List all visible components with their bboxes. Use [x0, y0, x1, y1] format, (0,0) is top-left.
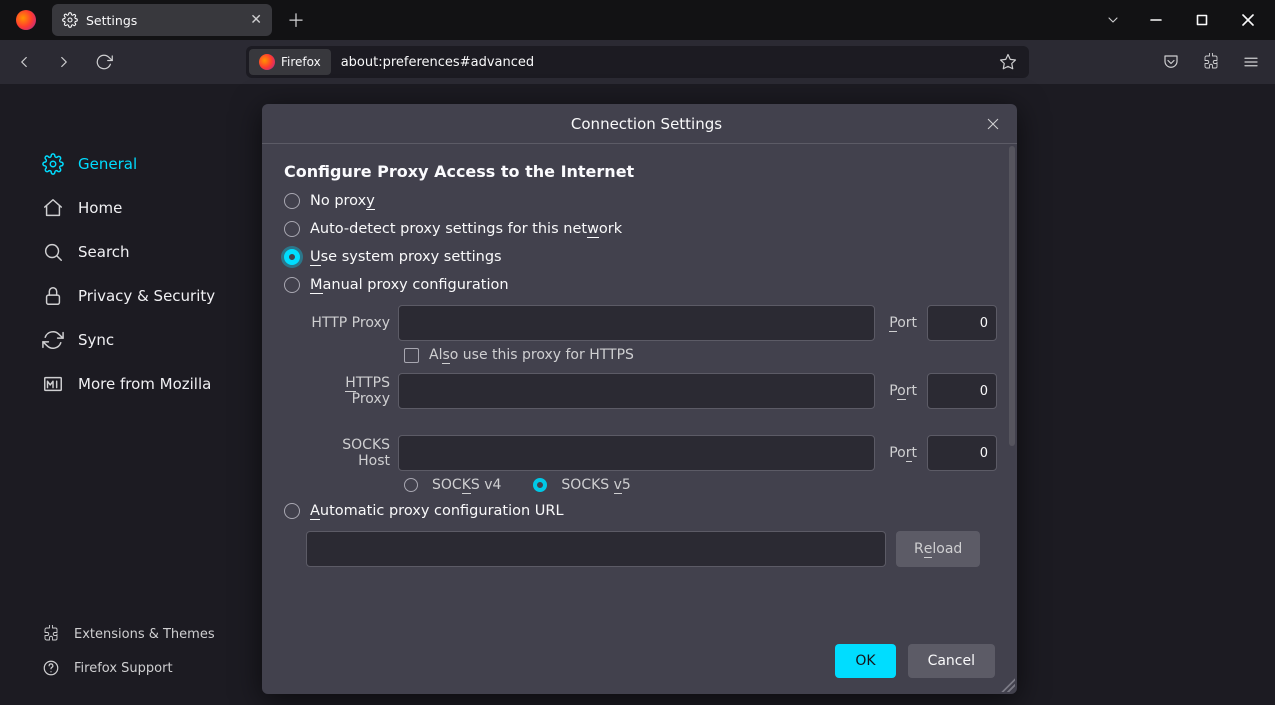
title-bar: Settings ✕ ＋ [0, 0, 1275, 40]
http-port-input[interactable] [927, 305, 997, 341]
bookmark-star-icon[interactable] [993, 47, 1023, 77]
identity-box[interactable]: Firefox [249, 49, 331, 75]
socks-host-label: SOCKS Host [306, 437, 390, 469]
socks-host-input[interactable] [398, 435, 875, 471]
connection-settings-dialog: Connection Settings Configure Proxy Acce… [262, 104, 1017, 694]
radio-icon [284, 277, 300, 293]
sidebar-item-home[interactable]: Home [0, 186, 260, 230]
forward-button[interactable] [46, 46, 82, 78]
radio-no-proxy[interactable]: No proxy [284, 193, 997, 209]
minimize-button[interactable] [1133, 0, 1179, 40]
gear-icon [62, 12, 78, 28]
sync-icon [42, 329, 64, 351]
identity-label: Firefox [281, 55, 321, 69]
socks-port-input[interactable] [927, 435, 997, 471]
sidebar-item-more-mozilla[interactable]: More from Mozilla [0, 362, 260, 406]
https-port-input[interactable] [927, 373, 997, 409]
tab-title: Settings [86, 13, 242, 28]
dialog-title: Connection Settings [314, 115, 979, 133]
radio-label: Auto-detect proxy settings for this netw… [310, 221, 622, 237]
http-proxy-label: HTTP Proxy [306, 315, 390, 331]
radio-system-proxy[interactable]: Use system proxy settings [284, 249, 997, 265]
reload-button[interactable] [86, 46, 122, 78]
pocket-button[interactable] [1153, 46, 1189, 78]
scrollbar[interactable] [1009, 146, 1015, 446]
dialog-footer: OK Cancel [262, 634, 1017, 694]
maximize-button[interactable] [1179, 0, 1225, 40]
sidebar-item-label: Home [78, 199, 122, 217]
radio-pac-url[interactable]: Automatic proxy configuration URL [284, 503, 997, 519]
socks5-label: SOCKS v5 [561, 477, 630, 493]
dialog-close-button[interactable] [979, 110, 1007, 138]
sidebar-item-sync[interactable]: Sync [0, 318, 260, 362]
sidebar-item-label: Privacy & Security [78, 287, 215, 305]
dialog-heading: Configure Proxy Access to the Internet [284, 162, 997, 181]
http-proxy-input[interactable] [398, 305, 875, 341]
firefox-menu-button[interactable] [4, 0, 48, 40]
radio-icon [284, 221, 300, 237]
preferences-sidebar: General Home Search Privacy & Security S… [0, 84, 260, 705]
sidebar-footer-extensions[interactable]: Extensions & Themes [0, 617, 260, 651]
sidebar-item-general[interactable]: General [0, 142, 260, 186]
checkbox-icon [404, 348, 419, 363]
sidebar-item-label: Sync [78, 331, 114, 349]
radio-label: Automatic proxy configuration URL [310, 503, 564, 519]
https-proxy-input[interactable] [398, 373, 875, 409]
mozilla-icon [42, 373, 64, 395]
new-tab-button[interactable]: ＋ [280, 4, 312, 36]
close-tab-icon[interactable]: ✕ [250, 12, 262, 28]
ok-button[interactable]: OK [835, 644, 895, 678]
radio-icon [284, 249, 300, 265]
list-all-tabs-button[interactable] [1093, 12, 1133, 28]
sidebar-item-search[interactable]: Search [0, 230, 260, 274]
app-menu-button[interactable] [1233, 46, 1269, 78]
radio-auto-detect[interactable]: Auto-detect proxy settings for this netw… [284, 221, 997, 237]
gear-icon [42, 153, 64, 175]
radio-manual-proxy[interactable]: Manual proxy configuration [284, 277, 997, 293]
manual-proxy-fields: HTTP Proxy Port Also use this proxy for … [306, 305, 997, 493]
url-text: about:preferences#advanced [341, 55, 534, 70]
https-port-label: Port [889, 383, 917, 399]
socks-port-label: Port [889, 445, 917, 461]
cancel-button[interactable]: Cancel [908, 644, 995, 678]
dialog-body: Configure Proxy Access to the Internet N… [262, 144, 1017, 634]
sidebar-footer-label: Extensions & Themes [74, 627, 215, 642]
radio-socks5[interactable] [533, 478, 547, 492]
radio-label: No proxy [310, 193, 375, 209]
sidebar-item-label: Search [78, 243, 130, 261]
radio-icon [284, 193, 300, 209]
sidebar-item-label: General [78, 155, 137, 173]
search-icon [42, 241, 64, 263]
firefox-icon [259, 54, 275, 70]
radio-socks4[interactable] [404, 478, 418, 492]
sidebar-item-label: More from Mozilla [78, 375, 211, 393]
help-icon [42, 659, 60, 677]
pac-url-input[interactable] [306, 531, 886, 567]
lock-icon [42, 285, 64, 307]
sidebar-footer-support[interactable]: Firefox Support [0, 651, 260, 685]
resize-grip[interactable] [1001, 678, 1015, 692]
window-controls [1133, 0, 1271, 40]
sidebar-footer-label: Firefox Support [74, 661, 173, 676]
checkbox-label: Also use this proxy for HTTPS [429, 347, 634, 363]
puzzle-icon [42, 625, 60, 643]
url-bar[interactable]: Firefox about:preferences#advanced [246, 46, 1029, 78]
https-proxy-label: HTTPS Proxy [306, 375, 390, 407]
radio-icon [284, 503, 300, 519]
close-window-button[interactable] [1225, 0, 1271, 40]
firefox-icon [16, 10, 36, 30]
extensions-button[interactable] [1193, 46, 1229, 78]
sidebar-item-privacy[interactable]: Privacy & Security [0, 274, 260, 318]
pac-reload-button[interactable]: Reload [896, 531, 980, 567]
radio-label: Manual proxy configuration [310, 277, 509, 293]
home-icon [42, 197, 64, 219]
also-use-https-checkbox[interactable]: Also use this proxy for HTTPS [404, 347, 997, 363]
socks4-label: SOCKS v4 [432, 477, 501, 493]
http-port-label: Port [889, 315, 917, 331]
nav-toolbar: Firefox about:preferences#advanced [0, 40, 1275, 84]
radio-label: Use system proxy settings [310, 249, 502, 265]
tab-settings[interactable]: Settings ✕ [52, 4, 272, 36]
back-button[interactable] [6, 46, 42, 78]
